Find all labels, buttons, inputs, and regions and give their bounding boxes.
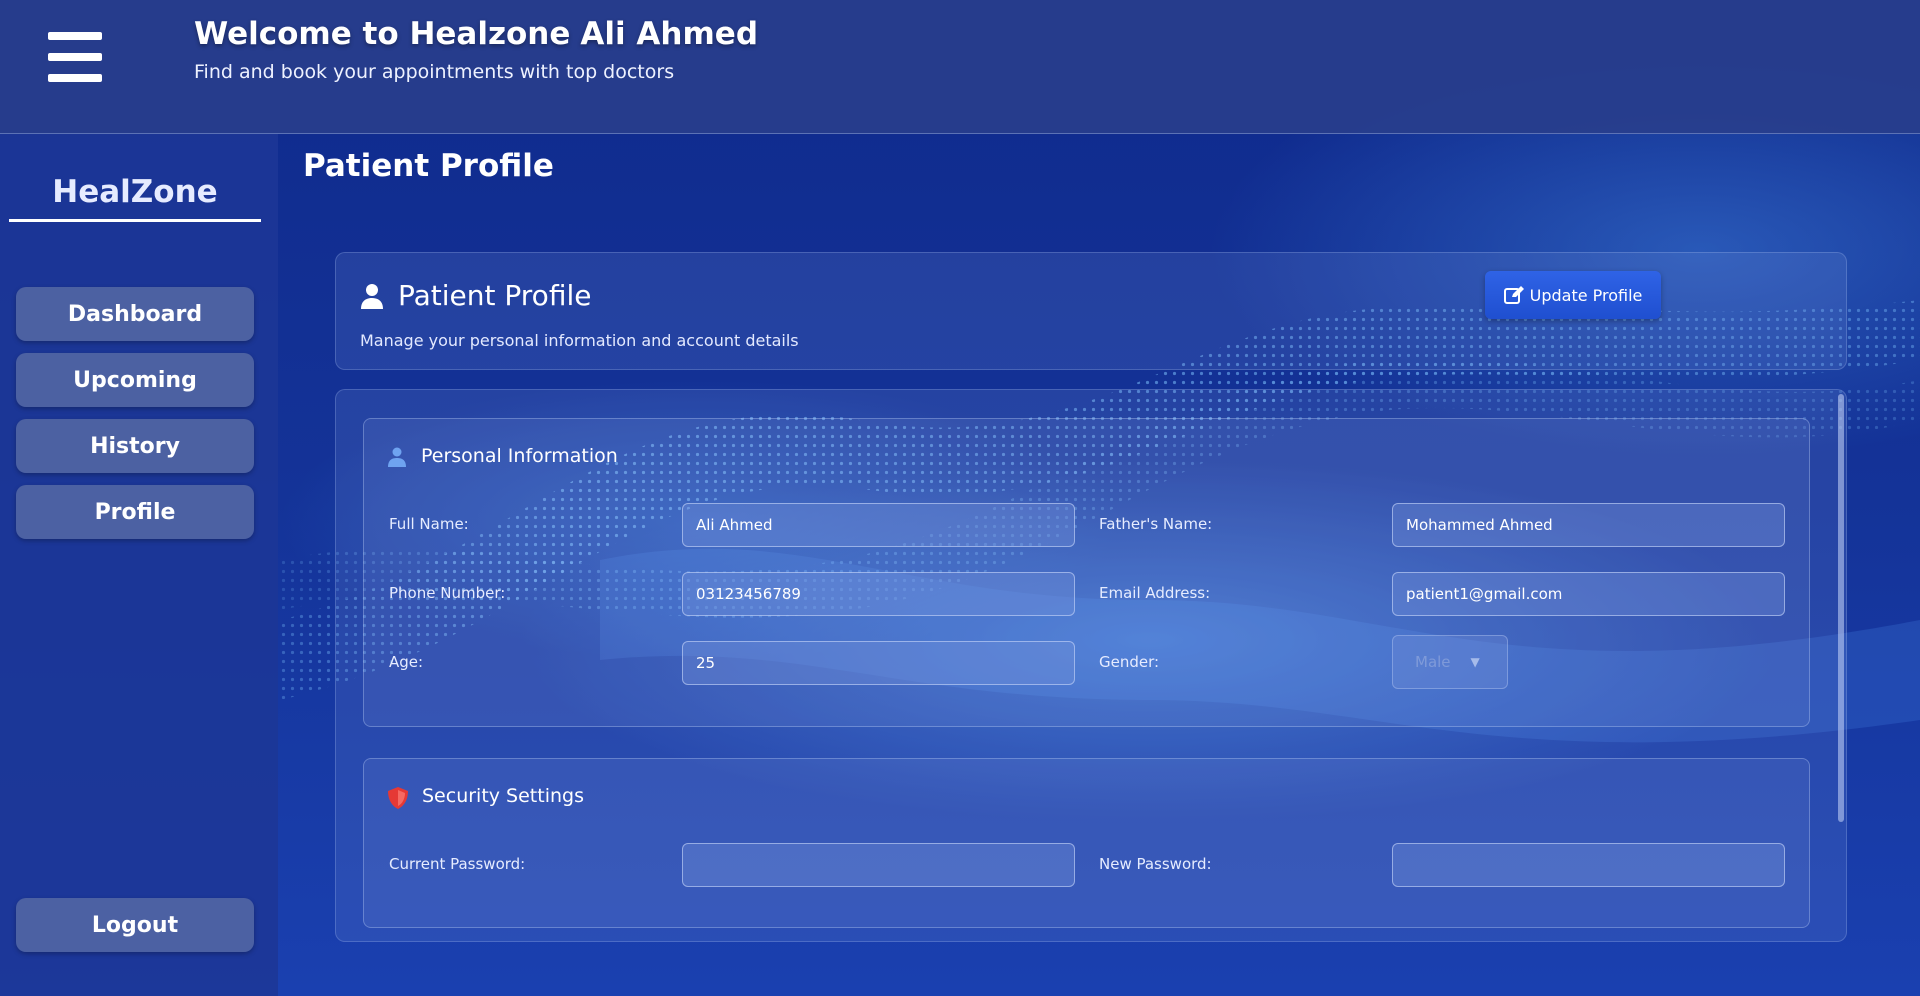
full-name-field[interactable]: Ali Ahmed [682, 503, 1075, 547]
page-title: Patient Profile [303, 148, 554, 184]
phone-number-field[interactable]: 03123456789 [682, 572, 1075, 616]
gender-label: Gender: [1099, 653, 1160, 671]
current-password-field[interactable] [682, 843, 1075, 887]
personal-information-title: Personal Information [421, 445, 618, 467]
welcome-title: Welcome to Healzone Ali Ahmed [194, 16, 758, 52]
profile-card-title: Patient Profile [398, 279, 592, 312]
age-label: Age: [389, 653, 424, 671]
sidebar-item-upcoming[interactable]: Upcoming [16, 353, 254, 407]
gender-select[interactable]: Male ▼ [1392, 635, 1508, 689]
sidebar-item-profile[interactable]: Profile [16, 485, 254, 539]
profile-card-description: Manage your personal information and acc… [360, 331, 799, 350]
new-password-label: New Password: [1099, 855, 1212, 873]
personal-information-section: Personal Information Full Name: Ali Ahme… [363, 418, 1810, 727]
welcome-text: Welcome to Healzone [194, 16, 571, 52]
user-icon [388, 447, 406, 467]
header-subtitle: Find and book your appointments with top… [194, 61, 675, 83]
security-settings-title: Security Settings [422, 785, 584, 807]
chevron-down-icon: ▼ [1470, 655, 1480, 669]
fathers-name-label: Father's Name: [1099, 515, 1213, 533]
user-icon [361, 284, 383, 309]
hamburger-menu-icon[interactable] [44, 30, 106, 84]
shield-icon [388, 787, 408, 809]
edit-icon [1503, 286, 1524, 304]
brand-logo-text: HealZone [9, 174, 261, 222]
new-password-field[interactable] [1392, 843, 1785, 887]
sidebar: HealZone Dashboard Upcoming History Prof… [0, 134, 278, 996]
scrollbar-thumb[interactable] [1838, 394, 1844, 822]
current-password-label: Current Password: [389, 855, 526, 873]
phone-number-label: Phone Number: [389, 584, 506, 602]
fathers-name-field[interactable]: Mohammed Ahmed [1392, 503, 1785, 547]
update-profile-label: Update Profile [1529, 285, 1643, 305]
gender-selected-value: Male [1415, 653, 1451, 671]
update-profile-button[interactable]: Update Profile [1485, 271, 1661, 319]
sidebar-item-dashboard[interactable]: Dashboard [16, 287, 254, 341]
full-name-label: Full Name: [389, 515, 469, 533]
user-name: Ali Ahmed [580, 16, 759, 52]
email-address-label: Email Address: [1099, 584, 1211, 602]
logout-button[interactable]: Logout [16, 898, 254, 952]
sidebar-item-history[interactable]: History [16, 419, 254, 473]
top-header: Welcome to Healzone Ali Ahmed Find and bo… [0, 0, 1920, 134]
email-address-field[interactable]: patient1@gmail.com [1392, 572, 1785, 616]
security-settings-section: Security Settings Current Password: New … [363, 758, 1810, 928]
age-field[interactable]: 25 [682, 641, 1075, 685]
profile-header-card: Patient Profile Manage your personal inf… [335, 252, 1847, 370]
profile-form-container: Personal Information Full Name: Ali Ahme… [335, 389, 1847, 942]
